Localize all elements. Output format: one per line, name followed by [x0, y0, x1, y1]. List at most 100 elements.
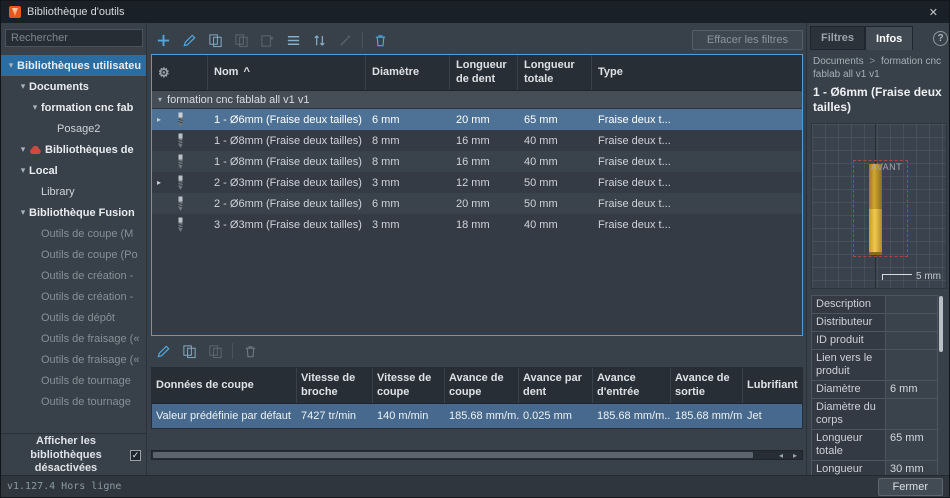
copy-icon	[208, 33, 222, 47]
duplicate-button[interactable]	[255, 29, 279, 51]
chevron-down-icon[interactable]: ▾	[5, 60, 17, 71]
breadcrumb-root[interactable]: Documents	[813, 56, 864, 67]
tree-item-documents[interactable]: ▾ Documents	[1, 76, 146, 97]
tree-item-posage2[interactable]: Posage2	[1, 118, 146, 139]
column-header-vitesse-broche[interactable]: Vitesse de broche	[297, 368, 373, 403]
column-header-avance-par-dent[interactable]: Avance par dent	[519, 368, 593, 403]
library-tree: ▾ Bibliothèques utilisateu ▾ Documents ▾…	[1, 55, 146, 429]
search-input[interactable]	[5, 29, 143, 47]
tab-filtres[interactable]: Filtres	[810, 26, 866, 50]
tree-item-outils-tournage-1[interactable]: Outils de tournage	[1, 370, 146, 391]
tree-item-outils-fraisage-1[interactable]: Outils de fraisage («	[1, 328, 146, 349]
column-header-lubrifiant[interactable]: Lubrifiant	[743, 368, 802, 403]
wand-button[interactable]	[333, 29, 357, 51]
tree-item-bibliotheques-utilisateur[interactable]: ▾ Bibliothèques utilisateu	[1, 55, 146, 76]
paste-icon	[208, 344, 222, 358]
edit-tool-button[interactable]	[177, 29, 201, 51]
paste-cut-data-button[interactable]	[203, 340, 227, 362]
show-disabled-checkbox[interactable]: ✓	[130, 450, 141, 461]
add-tool-button[interactable]	[151, 29, 175, 51]
chevron-down-icon[interactable]: ▾	[17, 144, 29, 155]
end-mill-icon	[176, 154, 185, 170]
tool-toolbar: Effacer les filtres	[151, 27, 803, 53]
chevron-right-icon[interactable]: ▸	[154, 178, 164, 187]
tool-row[interactable]: 1 - Ø8mm (Fraise deux tailles) 8 mm 16 m…	[152, 151, 802, 172]
tool-title: 1 - Ø6mm (Fraise deux tailles)	[813, 85, 942, 114]
tree-item-local[interactable]: ▾ Local	[1, 160, 146, 181]
column-header-nom[interactable]: Nom ^	[208, 55, 366, 90]
toolbar-separator	[232, 343, 233, 359]
cut-data-table: Données de coupe Vitesse de broche Vites…	[151, 367, 803, 429]
scale-line	[882, 274, 912, 280]
cut-data-row[interactable]: Valeur prédéfinie par défaut 7427 tr/min…	[152, 404, 802, 428]
gear-icon[interactable]: ⚙	[158, 65, 170, 81]
column-settings-header[interactable]: ⚙	[152, 55, 208, 90]
paste-button[interactable]	[229, 29, 253, 51]
column-header-type[interactable]: Type	[592, 55, 802, 90]
tree-item-outils-depot[interactable]: Outils de dépôt	[1, 307, 146, 328]
edit-cut-data-button[interactable]	[151, 340, 175, 362]
vertical-scrollbar-thumb[interactable]	[939, 296, 943, 352]
renumber-icon	[313, 34, 325, 46]
column-header-longueur-totale[interactable]: Longueur totale	[518, 55, 592, 90]
tree-item-bibliotheque-fusion[interactable]: ▾ Bibliothèque Fusion	[1, 202, 146, 223]
show-disabled-label: Afficher les bibliothèques désactivées	[30, 434, 102, 475]
info-tabs: Filtres Infos ?	[810, 26, 948, 50]
column-header-vitesse-coupe[interactable]: Vitesse de coupe	[373, 368, 445, 403]
tree-item-outils-tournage-2[interactable]: Outils de tournage	[1, 391, 146, 412]
horizontal-scrollbar[interactable]: ◂ ▸	[151, 450, 803, 460]
clear-filters-button[interactable]: Effacer les filtres	[691, 30, 803, 50]
column-header-avance-entree[interactable]: Avance d'entrée	[593, 368, 671, 403]
tool-row[interactable]: ▸ 2 - Ø3mm (Fraise deux tailles) 3 mm 12…	[152, 172, 802, 193]
delete-cut-data-button[interactable]	[238, 340, 262, 362]
chevron-down-icon[interactable]: ▾	[29, 102, 41, 113]
tool-list-panel: Effacer les filtres ⚙ Nom ^ Diamètre Lon…	[148, 23, 806, 477]
library-sidebar: ▾ Bibliothèques utilisateu ▾ Documents ▾…	[1, 23, 147, 477]
tree-item-outils-coupe-m[interactable]: Outils de coupe (M	[1, 223, 146, 244]
chevron-right-icon[interactable]: ▸	[154, 115, 164, 124]
column-header-longueur-dent[interactable]: Longueur de dent	[450, 55, 518, 90]
close-dialog-button[interactable]: Fermer	[877, 477, 943, 496]
sort-ascending-icon: ^	[243, 65, 250, 78]
help-icon[interactable]: ?	[933, 30, 948, 46]
delete-tool-button[interactable]	[368, 29, 392, 51]
property-row: Diamètre 6 mm	[811, 381, 938, 399]
tree-item-outils-fraisage-2[interactable]: Outils de fraisage («	[1, 349, 146, 370]
copy-button[interactable]	[203, 29, 227, 51]
column-header-avance-sortie[interactable]: Avance de sortie	[671, 368, 743, 403]
tool-row[interactable]: 2 - Ø6mm (Fraise deux tailles) 6 mm 20 m…	[152, 193, 802, 214]
library-group-row[interactable]: ▾ formation cnc fablab all v1 v1	[152, 91, 802, 109]
column-header-diametre[interactable]: Diamètre	[366, 55, 450, 90]
scroll-left-icon[interactable]: ◂	[774, 451, 788, 460]
column-header-donnees-de-coupe[interactable]: Données de coupe	[152, 368, 297, 403]
renumber-button[interactable]	[307, 29, 331, 51]
chevron-down-icon[interactable]: ▾	[17, 165, 29, 176]
tool-row[interactable]: 1 - Ø8mm (Fraise deux tailles) 8 mm 16 m…	[152, 130, 802, 151]
tool-row[interactable]: ▸ 1 - Ø6mm (Fraise deux tailles) 6 mm 20…	[152, 109, 802, 130]
chevron-down-icon[interactable]: ▾	[158, 95, 162, 104]
scrollbar-thumb[interactable]	[153, 452, 753, 458]
tree-item-library[interactable]: Library	[1, 181, 146, 202]
tool-preview-viewport[interactable]: AVANT 5 mm	[811, 123, 947, 289]
merge-rows-button[interactable]	[281, 29, 305, 51]
tool-preview-flute	[869, 209, 882, 255]
tab-infos[interactable]: Infos	[865, 26, 914, 50]
end-mill-icon	[176, 217, 185, 233]
tree-item-outils-creation-2[interactable]: Outils de création -	[1, 286, 146, 307]
status-bar: v1.127.4 Hors ligne Fermer	[1, 475, 949, 497]
chevron-down-icon[interactable]: ▾	[17, 207, 29, 218]
stack-icon	[287, 35, 299, 45]
tree-item-outils-coupe-po[interactable]: Outils de coupe (Po	[1, 244, 146, 265]
window-title: Bibliothèque d'outils	[27, 6, 125, 18]
tool-row[interactable]: 3 - Ø3mm (Fraise deux tailles) 3 mm 18 m…	[152, 214, 802, 235]
close-icon[interactable]: ✕	[926, 6, 941, 19]
tool-library-window: Bibliothèque d'outils ✕ ▾ Bibliothèques …	[0, 0, 950, 498]
copy-cut-data-button[interactable]	[177, 340, 201, 362]
tree-item-formation-cnc[interactable]: ▾ formation cnc fab	[1, 97, 146, 118]
tree-item-outils-creation-1[interactable]: Outils de création -	[1, 265, 146, 286]
chevron-down-icon[interactable]: ▾	[17, 81, 29, 92]
column-header-avance-coupe[interactable]: Avance de coupe	[445, 368, 519, 403]
titlebar: Bibliothèque d'outils ✕	[1, 1, 949, 23]
scroll-right-icon[interactable]: ▸	[788, 451, 802, 460]
tree-item-bibliotheques-de[interactable]: ▾ Bibliothèques de	[1, 139, 146, 160]
